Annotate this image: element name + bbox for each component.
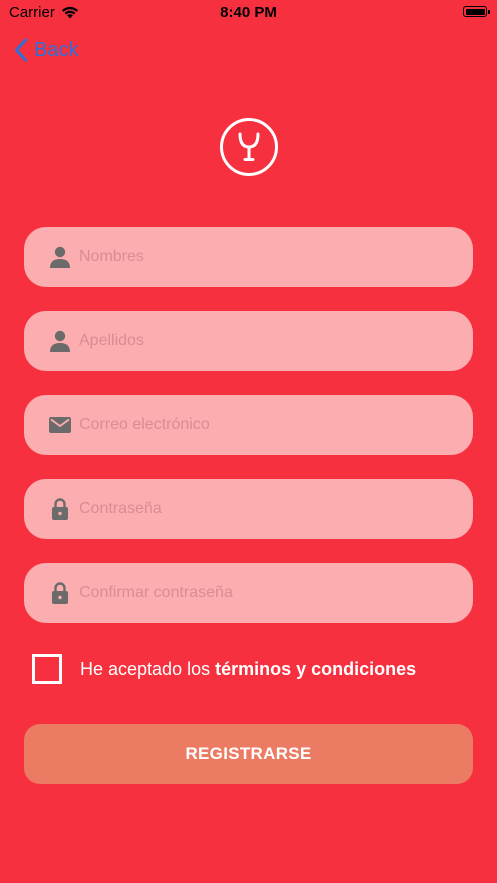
email-input[interactable] <box>79 416 439 434</box>
password-input[interactable] <box>79 500 439 518</box>
confirm-password-field[interactable] <box>24 563 473 623</box>
terms-row: He aceptado los términos y condiciones <box>32 654 416 684</box>
app-logo <box>220 118 278 176</box>
terms-checkbox[interactable] <box>32 654 62 684</box>
terms-text: He aceptado los términos y condiciones <box>80 659 416 680</box>
back-label: Back <box>34 38 79 61</box>
chevron-left-icon <box>15 38 27 62</box>
battery-icon <box>463 6 490 17</box>
register-button[interactable]: REGISTRARSE <box>24 724 473 784</box>
mail-icon <box>48 413 72 437</box>
person-icon <box>48 329 72 353</box>
terms-prefix: He aceptado los <box>80 658 216 679</box>
password-field[interactable] <box>24 479 473 539</box>
first-name-input[interactable] <box>79 248 439 266</box>
back-button[interactable]: Back <box>14 38 78 62</box>
lock-icon <box>48 581 72 605</box>
lock-icon <box>48 497 72 521</box>
last-name-input[interactable] <box>79 332 439 350</box>
first-name-field[interactable] <box>24 227 473 287</box>
email-field[interactable] <box>24 395 473 455</box>
last-name-field[interactable] <box>24 311 473 371</box>
confirm-password-input[interactable] <box>79 584 439 602</box>
terms-link[interactable]: términos y condiciones <box>215 659 416 679</box>
status-bar: Carrier 8:40 PM <box>0 0 497 26</box>
person-icon <box>48 245 72 269</box>
status-time: 8:40 PM <box>220 4 277 21</box>
